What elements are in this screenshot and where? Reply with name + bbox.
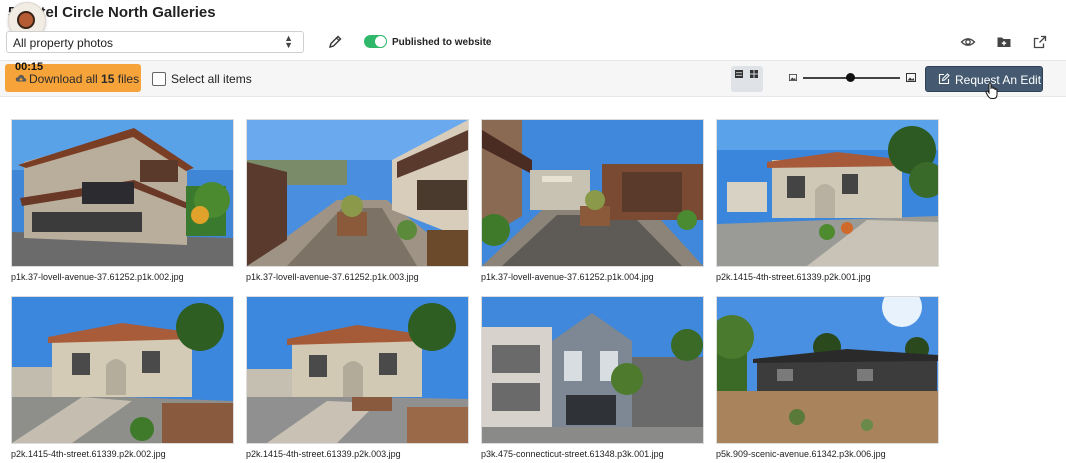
victorian-houses-image bbox=[482, 297, 703, 443]
photo-filter-value: All property photos bbox=[13, 36, 114, 50]
photo-thumbnail[interactable] bbox=[11, 296, 234, 444]
select-arrows-icon: ▲ ▼ bbox=[284, 33, 293, 50]
photo-caption: p3k.475-connecticut-street.61348.p3k.001… bbox=[481, 449, 664, 459]
photo-card[interactable]: p5k.909-scenic-avenue.61342.p3k.006.jpg bbox=[716, 296, 939, 459]
share-icon[interactable] bbox=[1032, 34, 1048, 50]
cloud-download-icon bbox=[15, 74, 27, 82]
photo-caption: p5k.909-scenic-avenue.61342.p3k.006.jpg bbox=[716, 449, 886, 459]
hand-cursor-icon bbox=[985, 82, 998, 99]
view-mode-toggle[interactable] bbox=[731, 66, 763, 92]
photo-card[interactable]: p2k.1415-4th-street.61339.p2k.001.jpg bbox=[716, 119, 939, 282]
stucco-house-front-image bbox=[717, 120, 938, 266]
download-count: 15 bbox=[101, 72, 115, 86]
toggle-knob bbox=[375, 36, 386, 47]
photo-thumbnail[interactable] bbox=[481, 296, 704, 444]
photo-card[interactable]: p3k.475-connecticut-street.61348.p3k.001… bbox=[481, 296, 704, 459]
courtyard-walkway-image bbox=[247, 120, 468, 266]
photo-caption: p2k.1415-4th-street.61339.p2k.003.jpg bbox=[246, 449, 401, 459]
ranch-house-image bbox=[717, 297, 938, 443]
courtyard-patio-image bbox=[482, 120, 703, 266]
download-label: Download all 15 files bbox=[29, 72, 140, 86]
large-image-icon bbox=[906, 73, 916, 82]
select-all-label[interactable]: Select all items bbox=[171, 72, 252, 86]
list-view-icon[interactable] bbox=[735, 70, 743, 78]
photo-thumbnail[interactable] bbox=[246, 296, 469, 444]
grid-view-icon[interactable] bbox=[750, 70, 758, 78]
stucco-house-street-image bbox=[247, 297, 468, 443]
photo-filter-select[interactable]: All property photos ▲ ▼ bbox=[6, 31, 304, 53]
photo-caption: p2k.1415-4th-street.61339.p2k.001.jpg bbox=[716, 272, 871, 282]
photo-thumbnail[interactable] bbox=[716, 119, 939, 267]
photo-card[interactable]: p2k.1415-4th-street.61339.p2k.002.jpg bbox=[11, 296, 234, 459]
photo-thumbnail[interactable] bbox=[481, 119, 704, 267]
photo-thumbnail[interactable] bbox=[716, 296, 939, 444]
photo-thumbnail[interactable] bbox=[246, 119, 469, 267]
edit-square-icon bbox=[938, 73, 950, 85]
photo-card[interactable]: p2k.1415-4th-street.61339.p2k.003.jpg bbox=[246, 296, 469, 459]
published-label: Published to website bbox=[392, 37, 492, 48]
photo-caption: p1k.37-lovell-avenue-37.61252.p1k.003.jp… bbox=[246, 272, 419, 282]
photo-card[interactable]: p1k.37-lovell-avenue-37.61252.p1k.004.jp… bbox=[481, 119, 704, 282]
eye-icon[interactable] bbox=[960, 34, 976, 50]
photo-caption: p1k.37-lovell-avenue-37.61252.p1k.004.jp… bbox=[481, 272, 654, 282]
photo-caption: p2k.1415-4th-street.61339.p2k.002.jpg bbox=[11, 449, 166, 459]
pencil-icon[interactable] bbox=[327, 34, 343, 50]
modern-house-exterior-image bbox=[12, 120, 233, 266]
photo-card[interactable]: p1k.37-lovell-avenue-37.61252.p1k.003.jp… bbox=[246, 119, 469, 282]
recording-timer: 00:15 bbox=[15, 61, 44, 73]
small-image-icon bbox=[789, 74, 797, 81]
photo-caption: p1k.37-lovell-avenue-37.61252.p1k.002.jp… bbox=[11, 272, 184, 282]
request-edit-button[interactable]: Request An Edit bbox=[925, 66, 1043, 92]
zoom-slider-handle[interactable] bbox=[846, 73, 855, 82]
record-icon[interactable] bbox=[17, 11, 35, 29]
select-all-checkbox[interactable] bbox=[152, 72, 166, 86]
published-toggle[interactable] bbox=[364, 35, 387, 48]
folder-add-icon[interactable] bbox=[996, 34, 1012, 50]
photo-thumbnail[interactable] bbox=[11, 119, 234, 267]
stucco-house-side-image bbox=[12, 297, 233, 443]
photo-card[interactable]: p1k.37-lovell-avenue-37.61252.p1k.002.jp… bbox=[11, 119, 234, 282]
